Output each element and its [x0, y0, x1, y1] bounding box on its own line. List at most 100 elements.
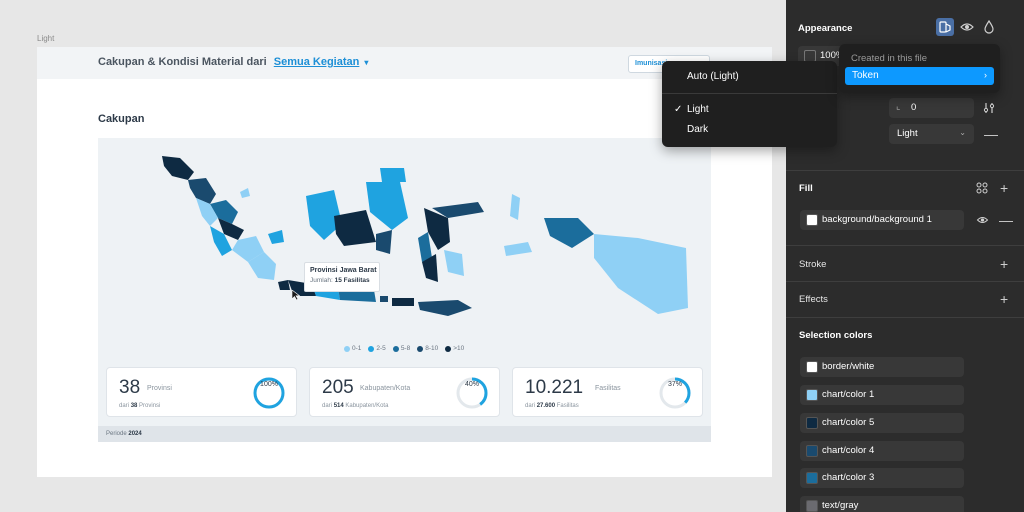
- frame-label[interactable]: Light: [37, 34, 54, 43]
- selection-color-item[interactable]: chart/color 5: [800, 413, 964, 433]
- period-value: 2024: [128, 431, 142, 437]
- variable-mode-icon[interactable]: [936, 18, 954, 36]
- divider: [786, 281, 1024, 282]
- color-swatch: [806, 500, 818, 512]
- adjust-icon[interactable]: [983, 102, 995, 114]
- divider: [786, 170, 1024, 171]
- mode-select-value: Light: [897, 128, 918, 139]
- chevron-right-icon: ›: [984, 70, 987, 80]
- divider: [786, 245, 1024, 246]
- mouse-cursor-icon: [292, 290, 300, 300]
- province-banten: [278, 280, 290, 290]
- selection-color-item[interactable]: chart/color 4: [800, 441, 964, 461]
- menu-item-dark[interactable]: Dark: [687, 124, 708, 135]
- selection-color-item[interactable]: border/white: [800, 357, 964, 377]
- province-aceh: [162, 156, 194, 180]
- fill-item[interactable]: background/background 1: [800, 210, 964, 230]
- eye-icon[interactable]: [960, 21, 974, 33]
- add-fill-icon[interactable]: +: [1000, 181, 1008, 195]
- selection-colors-title: Selection colors: [799, 330, 873, 341]
- fill-title: Fill: [799, 183, 813, 194]
- stat-value: 10.221: [525, 377, 584, 398]
- color-label: chart/color 3: [822, 472, 875, 483]
- corner-radius-field[interactable]: ⌞ 0: [889, 98, 974, 118]
- stat-subtext: dari 38 Provinsi: [119, 403, 161, 409]
- token-menu-header: Created in this file: [851, 53, 928, 64]
- color-label: border/white: [822, 361, 875, 372]
- fill-item-label: background/background 1: [822, 214, 932, 225]
- period-footer: Periode 2024: [98, 426, 711, 442]
- province-malut: [510, 194, 520, 220]
- legend-item: >10: [445, 345, 464, 352]
- legend-swatch: [344, 345, 350, 352]
- page-title-text: Cakupan & Kondisi Material dari: [98, 56, 267, 68]
- legend-item: 5-8: [392, 345, 411, 352]
- stat-unit: Kabupaten/Kota: [360, 385, 411, 392]
- stat-card-kabupaten: 205 Kabupaten/Kota dari 514 Kabupaten/Ko…: [309, 367, 500, 417]
- legend-label: 0-1: [352, 345, 362, 352]
- color-label: chart/color 1: [822, 389, 875, 400]
- province-kalsel: [376, 230, 392, 254]
- stat-subtext: dari 514 Kabupaten/Kota: [322, 403, 389, 409]
- legend-item: 8-10: [417, 345, 438, 352]
- selection-color-item[interactable]: text/gray: [800, 496, 964, 512]
- province-maluku: [504, 242, 532, 256]
- menu-separator: [662, 93, 837, 94]
- appearance-title: Appearance: [798, 23, 853, 34]
- province-ntb: [392, 298, 414, 306]
- eye-icon[interactable]: [976, 215, 989, 225]
- remove-icon[interactable]: —: [984, 127, 998, 141]
- remove-fill-icon[interactable]: —: [999, 213, 1013, 227]
- color-swatch: [806, 472, 818, 484]
- province-kalteng: [334, 210, 376, 246]
- menu-item-token[interactable]: Token ›: [845, 67, 994, 85]
- corner-radius-icon: ⌞: [896, 101, 901, 112]
- period-label: Periode: [106, 431, 127, 437]
- tooltip-value: 15 Fasilitas: [334, 277, 370, 284]
- tooltip-label: Jumlah:: [310, 277, 333, 284]
- color-swatch: [806, 445, 818, 457]
- legend-item: 2-5: [368, 345, 386, 352]
- add-effect-icon[interactable]: +: [1000, 292, 1008, 306]
- province-kaltim: [366, 182, 408, 230]
- province-bali: [380, 296, 388, 302]
- progress-ring-label: 40%: [464, 381, 479, 388]
- divider: [786, 317, 1024, 318]
- stat-value: 205: [322, 377, 354, 398]
- indonesia-map: [162, 156, 688, 316]
- chevron-down-icon[interactable]: ▾: [364, 58, 368, 67]
- stat-unit: Fasilitas: [595, 385, 621, 392]
- province-kaltara: [380, 168, 406, 182]
- legend-swatch: [368, 345, 375, 352]
- color-swatch: [806, 361, 818, 373]
- legend-label: 2-5: [376, 345, 386, 352]
- province-sultra: [444, 250, 464, 276]
- stroke-title: Stroke: [799, 259, 827, 270]
- activity-filter-link[interactable]: Semua Kegiatan: [274, 56, 360, 68]
- map-panel: Provinsi Jawa Barat Jumlah: 15 Fasilitas…: [98, 138, 711, 442]
- color-label: chart/color 4: [822, 445, 875, 456]
- styles-grid-icon[interactable]: [976, 182, 988, 194]
- mode-select[interactable]: Light ⌄: [889, 124, 974, 144]
- province-kepri: [240, 188, 250, 198]
- province-tooltip: Provinsi Jawa Barat Jumlah: 15 Fasilitas: [304, 262, 380, 292]
- corner-radius-value: 0: [911, 102, 917, 113]
- selection-color-item[interactable]: chart/color 1: [800, 385, 964, 405]
- menu-item-auto[interactable]: Auto (Light): [687, 71, 739, 82]
- color-swatch: [806, 417, 818, 429]
- color-label: text/gray: [822, 500, 859, 511]
- add-stroke-icon[interactable]: +: [1000, 257, 1008, 271]
- stat-unit: Provinsi: [147, 385, 172, 392]
- legend-swatch: [417, 345, 424, 352]
- menu-item-light[interactable]: Light: [687, 104, 709, 115]
- drop-icon[interactable]: [984, 20, 994, 34]
- legend-item: 0-1: [344, 345, 361, 352]
- legend-label: 5-8: [400, 345, 411, 352]
- selection-color-item[interactable]: chart/color 3: [800, 468, 964, 488]
- tooltip-title: Provinsi Jawa Barat: [310, 267, 377, 274]
- progress-ring-label: 37%: [667, 381, 682, 388]
- legend-label: >10: [453, 345, 465, 352]
- province-ntt: [418, 300, 472, 316]
- effects-title: Effects: [799, 294, 828, 305]
- stat-card-provinsi: 38 Provinsi dari 38 Provinsi 100%: [106, 367, 297, 417]
